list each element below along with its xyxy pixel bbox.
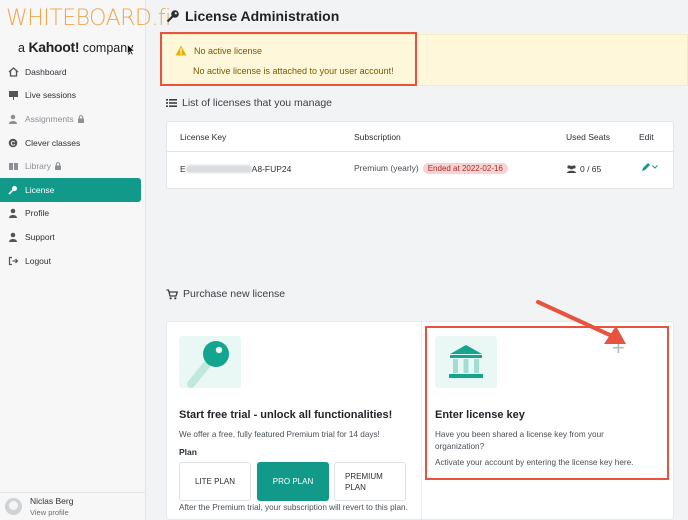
sidebar-item-label: Live sessions	[25, 90, 77, 101]
sidebar-item-label: Clever classes	[25, 137, 81, 148]
logout-icon	[7, 256, 19, 266]
warning-icon	[175, 45, 187, 56]
book-icon	[7, 161, 19, 171]
licenses-section-title-text: List of licenses that you manage	[182, 97, 333, 109]
avatar	[5, 498, 22, 515]
column-header-license-key: License Key	[180, 132, 227, 142]
license-key-prefix: E	[180, 164, 186, 174]
sidebar-item-assignments[interactable]: Assignments	[0, 107, 141, 131]
alert-message: No active license is attached to your us…	[193, 66, 394, 76]
plan-option-pro[interactable]: PRO PLAN	[257, 462, 329, 501]
purchase-section-title-text: Purchase new license	[183, 288, 286, 300]
sidebar-item-support[interactable]: Support	[0, 225, 141, 249]
brand-tagline: a Kahoot! company	[18, 39, 145, 55]
chevron-down-icon	[652, 165, 658, 169]
column-header-used-seats: Used Seats	[566, 132, 610, 142]
sidebar-item-live-sessions[interactable]: Live sessions	[0, 84, 141, 108]
trial-heading: Start free trial - unlock all functional…	[179, 409, 393, 421]
brand-sub-prefix: a	[18, 41, 25, 55]
plan-option-premium[interactable]: PREMIUM PLAN	[334, 462, 406, 501]
sidebar: WHITEBOARD.fi a Kahoot! company Dashboar…	[0, 0, 171, 520]
main-content: License Administration No active license…	[146, 0, 688, 520]
brand-logo[interactable]: WHITEBOARD.fi a Kahoot! company	[0, 0, 171, 55]
card-divider	[421, 322, 422, 519]
sidebar-item-logout[interactable]: Logout	[0, 249, 141, 273]
sidebar-item-label: License	[25, 184, 55, 195]
plan-note: After the Premium trial, your subscripti…	[179, 503, 408, 512]
sidebar-item-dashboard[interactable]: Dashboard	[0, 60, 141, 84]
table-row-seats: 0 / 65	[566, 164, 601, 174]
licenses-section-title: List of licenses that you manage	[166, 97, 332, 109]
users-icon	[567, 165, 576, 173]
sidebar-item-profile[interactable]: Profile	[0, 202, 141, 226]
plan-label: Plan	[179, 447, 197, 457]
lock-icon	[77, 115, 85, 123]
clever-icon: C	[7, 138, 19, 148]
sidebar-item-label: Support	[25, 231, 55, 242]
edit-dropdown-button[interactable]	[641, 162, 658, 172]
sidebar-item-label: Library	[25, 161, 51, 172]
user-profile[interactable]: Niclas Berg View profile	[0, 492, 146, 520]
sidebar-item-label: Assignments	[25, 113, 74, 124]
table-row-subscription: Premium (yearly) Ended at 2022-02-16	[354, 163, 508, 174]
pencil-icon	[642, 163, 650, 171]
sidebar-item-label: Profile	[25, 208, 50, 219]
alert-highlight-frame	[160, 32, 417, 86]
brand-sub-brand: Kahoot!	[28, 39, 80, 55]
purchase-section-title: Purchase new license	[166, 288, 285, 300]
lock-icon	[54, 162, 62, 171]
sidebar-item-license[interactable]: License	[0, 177, 141, 202]
house-icon	[7, 66, 19, 77]
key-icon	[166, 10, 179, 23]
status-badge: Ended at 2022-02-16	[422, 163, 508, 174]
cart-icon	[166, 288, 178, 299]
sidebar-item-label: Logout	[25, 255, 51, 266]
license-key-redacted	[185, 165, 252, 173]
sidebar-nav: Dashboard Live sessions Assignments C Cl…	[0, 60, 146, 272]
key-icon	[187, 341, 229, 388]
user-name: Niclas Berg	[30, 496, 74, 506]
cursor-icon	[127, 44, 135, 56]
license-key-suffix: A8-FUP24	[251, 164, 292, 174]
licenses-table: License Key Subscription Used Seats Edit…	[166, 121, 674, 189]
brand-name: WHITEBOARD.fi	[6, 6, 171, 31]
sidebar-item-clever-classes[interactable]: C Clever classes	[0, 131, 141, 155]
table-divider	[167, 151, 673, 152]
plan-option-lite[interactable]: LITE PLAN	[179, 462, 251, 501]
table-row-license-key: E A8-FUP24	[180, 164, 291, 174]
svg-text:C: C	[11, 140, 16, 147]
whiteboard-icon	[7, 90, 19, 101]
trial-icon-tile	[179, 336, 241, 388]
sidebar-item-library[interactable]: Library	[0, 154, 141, 178]
key-icon	[7, 185, 19, 195]
column-header-subscription: Subscription	[354, 132, 401, 142]
user-icon	[7, 232, 19, 242]
user-icon	[7, 114, 19, 124]
brand-sub-suffix: company	[82, 41, 134, 55]
alert-title: No active license	[194, 46, 263, 56]
subscription-name: Premium (yearly)	[354, 163, 419, 173]
sidebar-item-label: Dashboard	[25, 66, 67, 77]
view-profile-link[interactable]: View profile	[30, 508, 73, 517]
page-title-text: License Administration	[185, 8, 340, 24]
annotation-arrow-icon	[536, 300, 626, 344]
column-header-edit: Edit	[639, 132, 654, 142]
user-icon	[7, 208, 19, 219]
trial-description: We offer a free, fully featured Premium …	[179, 430, 380, 439]
list-icon	[166, 99, 177, 107]
page-title: License Administration	[166, 8, 339, 24]
used-seats-value: 0 / 65	[580, 164, 602, 174]
